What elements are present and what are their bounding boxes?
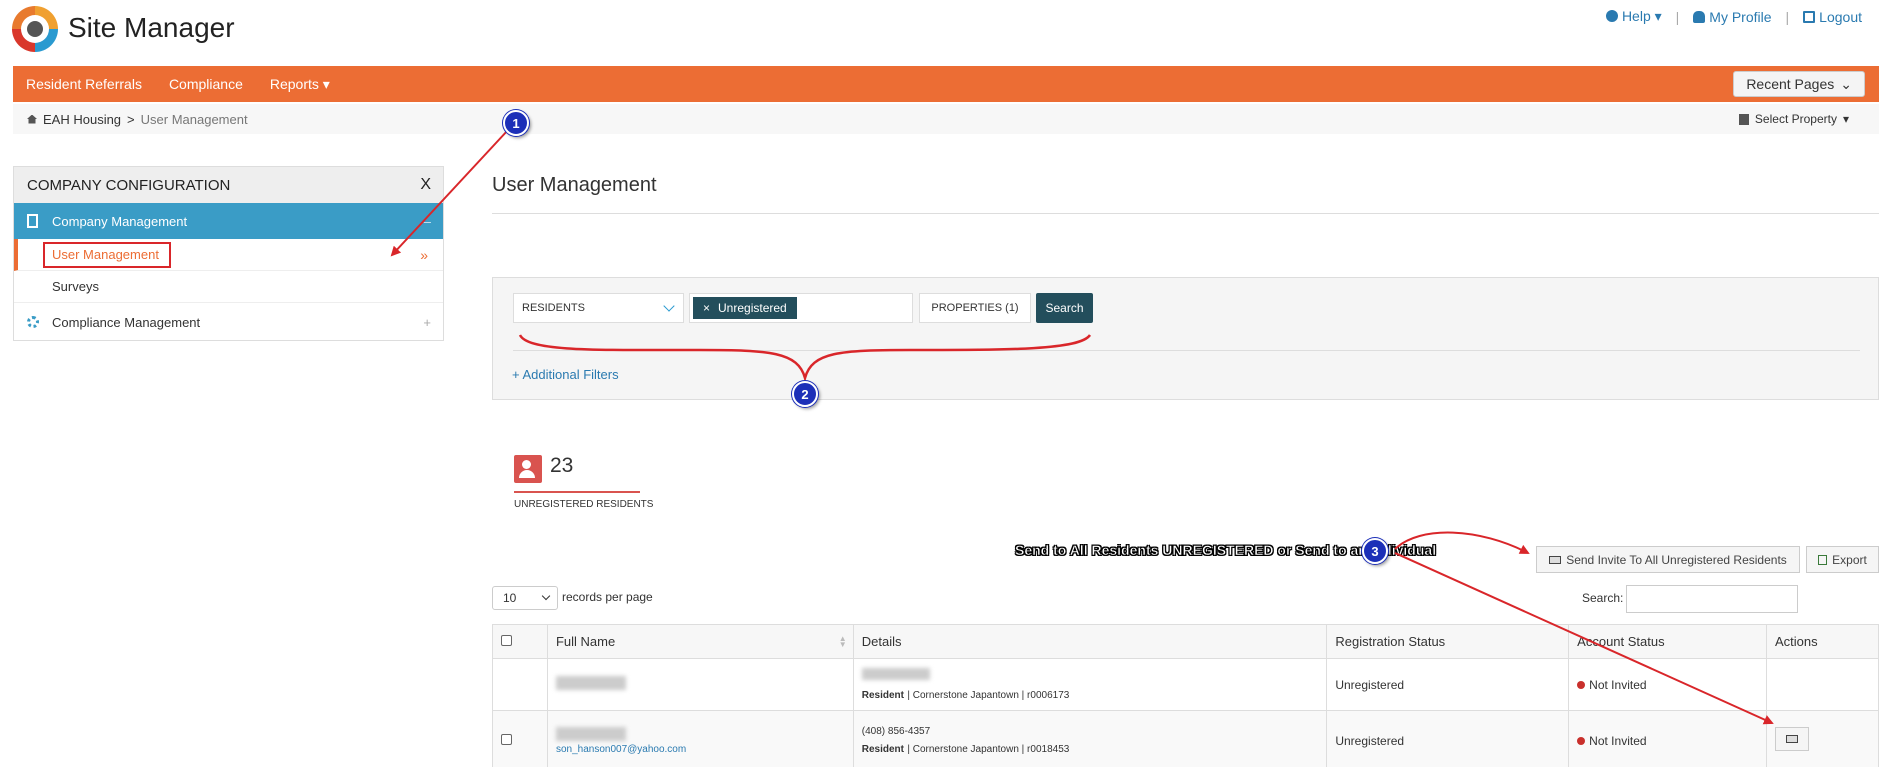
excel-icon xyxy=(1818,554,1828,565)
envelope-icon xyxy=(1786,735,1799,743)
sidebar-item-surveys[interactable]: Surveys xyxy=(14,271,443,303)
main-navbar: Resident Referrals Compliance Reports ▾ … xyxy=(13,66,1879,102)
logout-icon xyxy=(1803,10,1816,23)
app-title: Site Manager xyxy=(68,12,235,43)
envelope-icon xyxy=(1549,555,1562,564)
close-sidebar-button[interactable]: X xyxy=(420,176,431,194)
separator: | xyxy=(1675,8,1680,25)
breadcrumb-separator: > xyxy=(127,111,135,127)
status-dot-icon xyxy=(1577,736,1586,745)
document-icon xyxy=(27,214,38,228)
account-status-cell: Not Invited xyxy=(1568,710,1768,767)
account-status-cell: Not Invited xyxy=(1568,658,1768,711)
nav-reports[interactable]: Reports ▾ xyxy=(270,76,330,93)
row-select-cell xyxy=(492,658,548,711)
column-header-actions: Actions xyxy=(1766,624,1879,659)
collapse-icon: – xyxy=(423,213,431,229)
page-title: User Management xyxy=(492,174,657,196)
column-header-details: Details xyxy=(852,624,1328,659)
properties-button[interactable]: PROPERTIES (1) xyxy=(919,293,1031,323)
annotation-badge-3: 3 xyxy=(1362,538,1388,564)
column-header-full-name[interactable]: Full Name ▲ ▼ xyxy=(546,624,854,659)
status-filter-input[interactable]: × Unregistered xyxy=(689,293,913,323)
column-header-account-status: Account Status xyxy=(1568,624,1768,659)
user-icon xyxy=(1693,10,1706,23)
status-dot-icon xyxy=(1577,680,1586,689)
full-name-cell: son_hanson007@yahoo.com xyxy=(546,710,854,767)
filter-panel: RESIDENTS × Unregistered PROPERTIES (1) … xyxy=(492,277,1879,400)
full-name-cell xyxy=(546,658,854,711)
breadcrumb-current: User Management xyxy=(140,111,248,127)
phone-number: (408) 856-4357 xyxy=(861,726,931,737)
breadcrumb-home[interactable]: EAH Housing xyxy=(43,112,121,127)
redacted-name xyxy=(555,726,626,741)
chevron-down-icon: ⌄ xyxy=(1840,75,1852,92)
row-select-cell xyxy=(492,710,548,767)
select-property-dropdown[interactable]: Select Property ▾ xyxy=(1738,112,1849,126)
annotation-badge-2: 2 xyxy=(792,381,818,407)
gear-icon xyxy=(27,316,39,328)
send-invite-all-button[interactable]: Send Invite To All Unregistered Resident… xyxy=(1536,546,1800,573)
user-type-select[interactable]: RESIDENTS xyxy=(513,293,684,323)
table-row: Resident | Cornerstone Japantown | r0006… xyxy=(492,658,1879,711)
nav-compliance[interactable]: Compliance xyxy=(169,76,243,92)
chevron-down-icon xyxy=(541,591,551,601)
details-cell: (408) 856-4357 Resident | Cornerstone Ja… xyxy=(852,710,1328,767)
company-configuration-sidebar: COMPANY CONFIGURATION X Company Manageme… xyxy=(13,166,444,341)
select-all-header xyxy=(492,624,548,659)
recent-pages-button[interactable]: Recent Pages ⌄ xyxy=(1733,71,1865,97)
chevron-right-icon: » xyxy=(420,246,428,263)
row-checkbox[interactable] xyxy=(501,733,512,745)
registration-status-cell: Unregistered xyxy=(1326,658,1570,711)
annotation-highlight-box xyxy=(43,242,171,268)
search-button[interactable]: Search xyxy=(1036,293,1093,323)
separator: | xyxy=(1785,8,1790,25)
building-icon xyxy=(1738,113,1749,125)
divider xyxy=(514,491,640,493)
annotation-badge-1: 1 xyxy=(503,110,529,136)
table-search-input[interactable] xyxy=(1626,585,1798,613)
sidebar-item-company-management[interactable]: Company Management – xyxy=(14,203,443,239)
sidebar-heading: COMPANY CONFIGURATION X xyxy=(14,167,443,203)
divider xyxy=(513,350,1860,351)
table-row: son_hanson007@yahoo.com (408) 856-4357 R… xyxy=(492,710,1879,767)
redacted-name xyxy=(555,676,626,690)
unregistered-user-icon xyxy=(514,455,542,483)
email-link[interactable]: son_hanson007@yahoo.com xyxy=(556,744,853,755)
top-links: Help ▾ | My Profile | Logout xyxy=(1605,8,1862,25)
help-link[interactable]: Help ▾ xyxy=(1605,8,1662,25)
sort-icon: ▲ ▼ xyxy=(838,634,847,649)
expand-icon: + xyxy=(423,314,431,330)
actions-cell xyxy=(1766,658,1879,711)
send-invite-button[interactable] xyxy=(1775,727,1810,751)
logout-link[interactable]: Logout xyxy=(1803,9,1862,25)
filter-tag-unregistered[interactable]: × Unregistered xyxy=(693,297,797,319)
users-table: Full Name ▲ ▼ Details Registration Status … xyxy=(492,624,1879,767)
records-per-page-label: records per page xyxy=(562,590,653,604)
unregistered-count: 23 xyxy=(550,454,574,477)
chevron-down-icon xyxy=(663,300,675,312)
search-label: Search: xyxy=(1582,591,1624,605)
select-all-checkbox[interactable] xyxy=(501,635,512,646)
site-manager-logo xyxy=(12,6,58,52)
nav-resident-referrals[interactable]: Resident Referrals xyxy=(26,76,142,92)
sidebar-item-compliance-management[interactable]: Compliance Management + xyxy=(14,303,443,341)
help-icon xyxy=(1605,10,1618,22)
column-header-registration-status: Registration Status xyxy=(1326,624,1570,659)
export-button[interactable]: Export xyxy=(1806,546,1879,573)
breadcrumb: EAH Housing > User Management Select Pro… xyxy=(13,104,1879,134)
divider xyxy=(492,213,1879,214)
details-cell: Resident | Cornerstone Japantown | r0006… xyxy=(852,658,1328,711)
unregistered-label: UNREGISTERED RESIDENTS xyxy=(514,499,654,510)
remove-tag-icon[interactable]: × xyxy=(703,301,710,315)
my-profile-link[interactable]: My Profile xyxy=(1693,9,1772,25)
actions-cell xyxy=(1766,710,1879,767)
home-icon xyxy=(27,114,37,124)
registration-status-cell: Unregistered xyxy=(1326,710,1570,767)
page-size-select[interactable]: 10 xyxy=(492,586,558,610)
additional-filters-link[interactable]: + Additional Filters xyxy=(512,367,619,382)
sidebar-item-user-management[interactable]: User Management » xyxy=(14,239,443,271)
redacted-contact xyxy=(861,668,930,680)
